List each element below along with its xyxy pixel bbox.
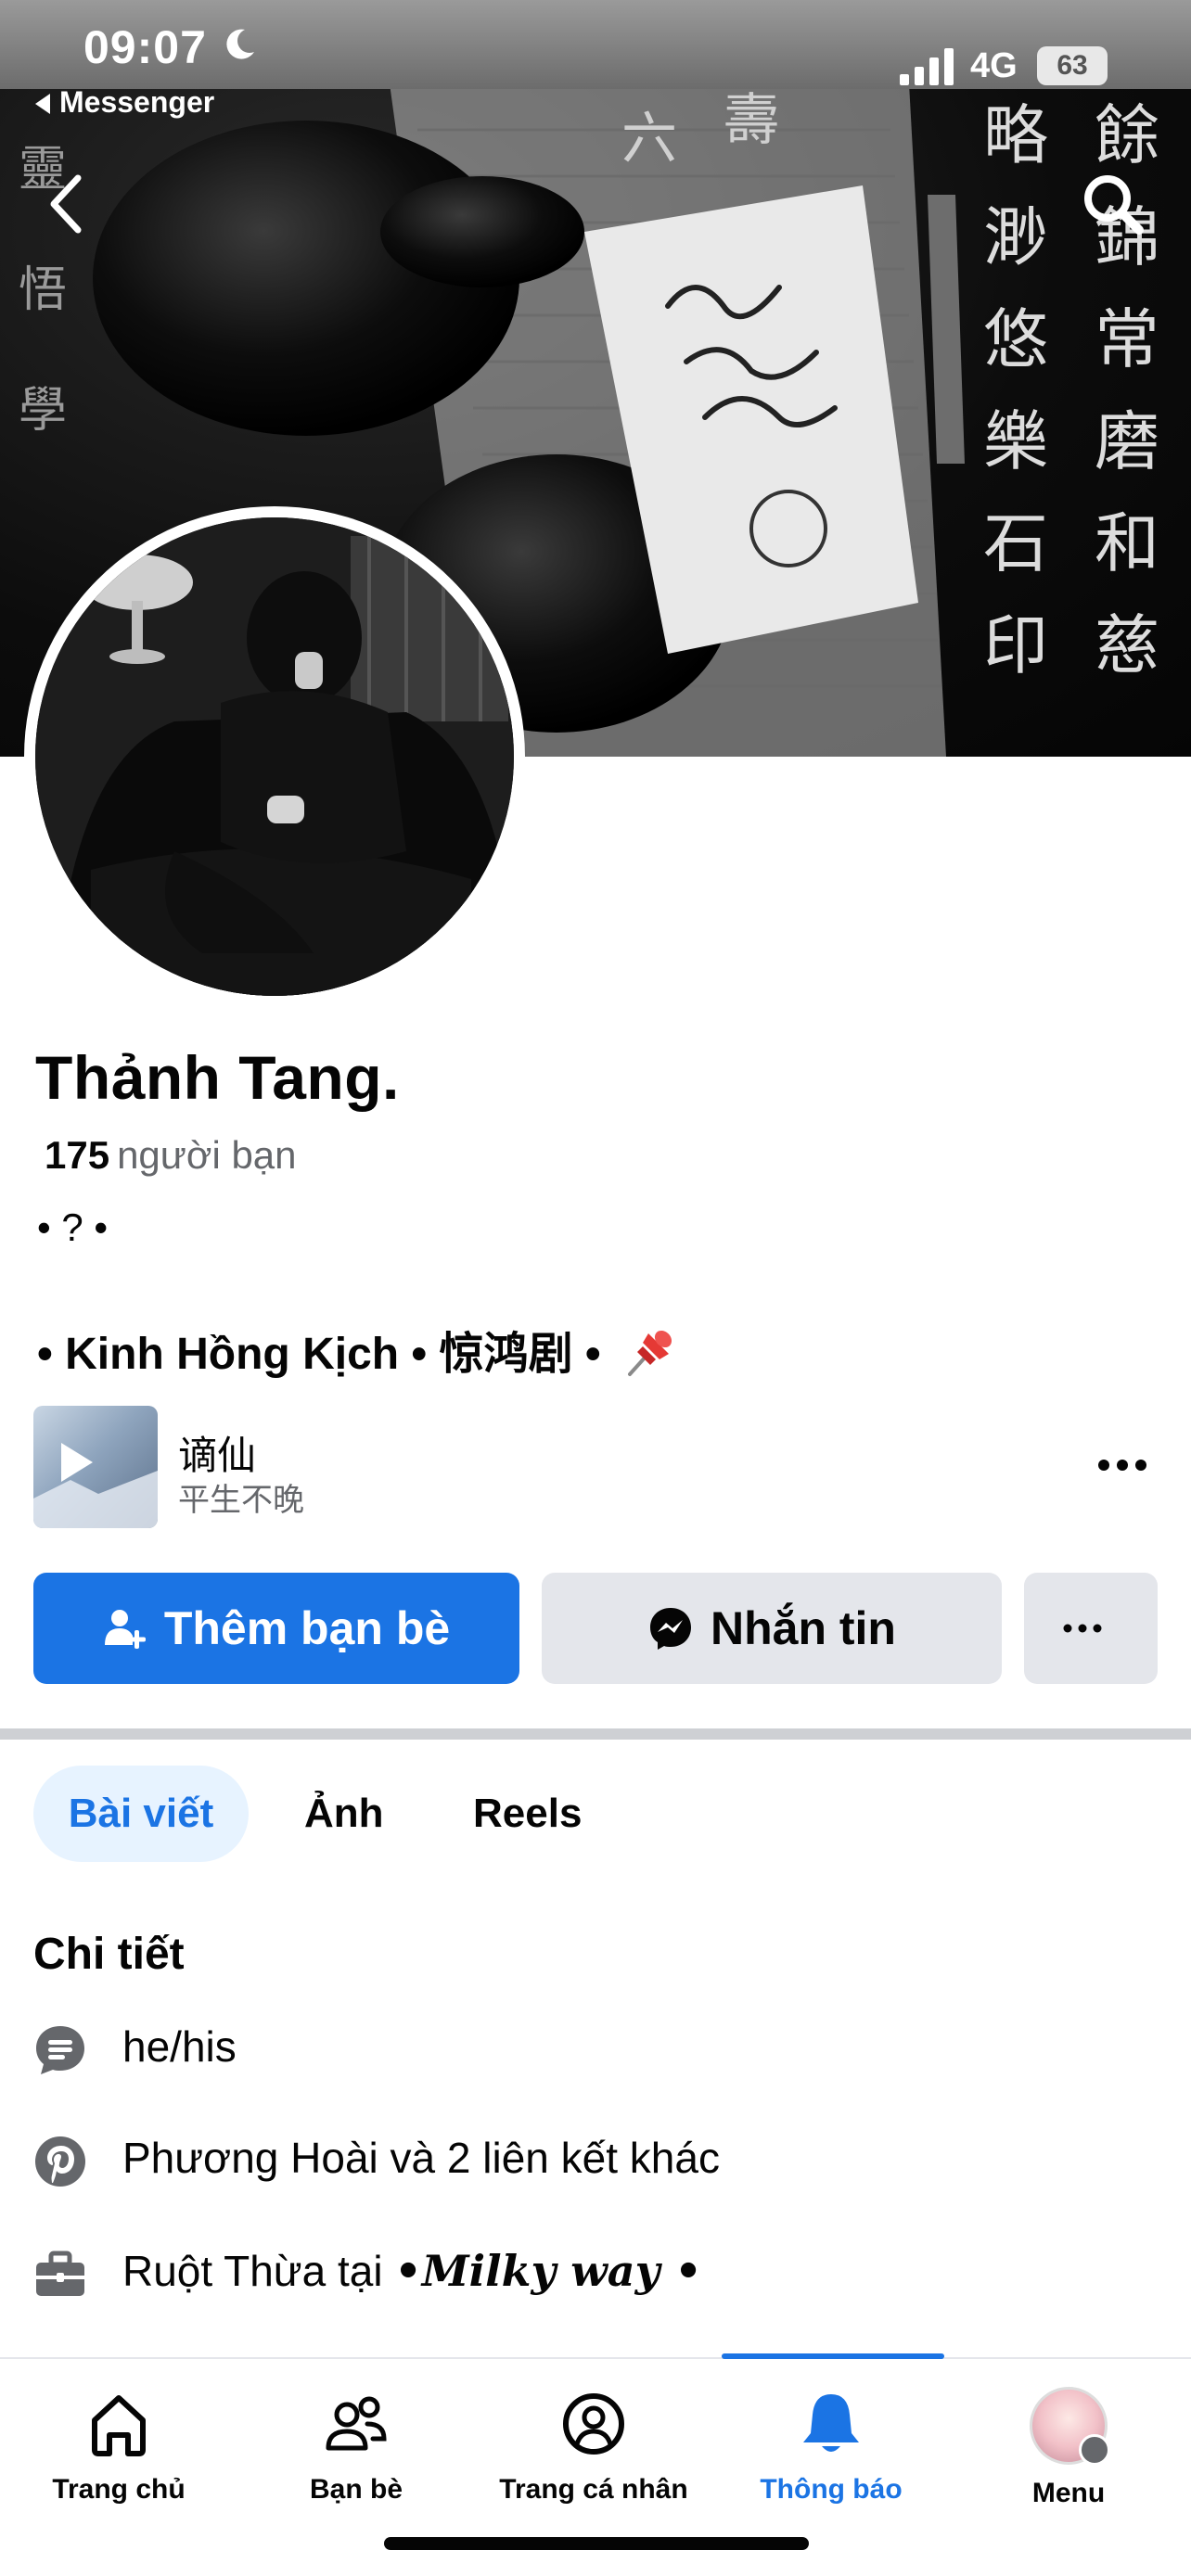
nav-notifications-label: Thông báo bbox=[760, 2474, 903, 2505]
bio-line-1: • ? • bbox=[37, 1205, 109, 1249]
message-button[interactable]: Nhắn tin bbox=[542, 1573, 1002, 1684]
add-friend-icon bbox=[104, 1610, 146, 1649]
play-icon bbox=[61, 1443, 93, 1482]
home-indicator[interactable] bbox=[384, 2537, 809, 2550]
section-divider bbox=[0, 1728, 1191, 1740]
profile-name: Thảnh Tang. bbox=[35, 1043, 400, 1112]
friends-count[interactable]: 175 người bạn bbox=[45, 1133, 297, 1178]
menu-badge-icon bbox=[1079, 2434, 1110, 2466]
svg-text:和: 和 bbox=[1095, 505, 1159, 581]
svg-text:悠: 悠 bbox=[983, 301, 1048, 377]
more-actions-button[interactable] bbox=[1024, 1573, 1158, 1684]
profile-avatar[interactable] bbox=[24, 506, 525, 1007]
music-thumbnail[interactable] bbox=[33, 1406, 158, 1528]
tab-posts[interactable]: Bài viết bbox=[33, 1766, 249, 1862]
detail-pronouns-text: he/his bbox=[122, 2022, 237, 2071]
home-icon bbox=[92, 2395, 146, 2456]
nav-menu-label: Menu bbox=[1031, 2478, 1106, 2508]
active-tab-indicator bbox=[722, 2353, 944, 2359]
battery-icon: 63 bbox=[1037, 46, 1108, 85]
nav-home-label: Trang chủ bbox=[52, 2474, 186, 2505]
svg-text:渺: 渺 bbox=[983, 199, 1048, 275]
nav-notifications[interactable]: Thông báo bbox=[712, 2387, 950, 2506]
tab-photos[interactable]: Ảnh bbox=[304, 1766, 384, 1862]
add-friend-button[interactable]: Thêm bạn bè bbox=[33, 1573, 519, 1684]
details-title: Chi tiết bbox=[33, 1930, 185, 1979]
music-artist: 平生不晚 bbox=[178, 1482, 304, 1519]
svg-text:壽: 壽 bbox=[724, 88, 779, 153]
more-dots-icon[interactable] bbox=[1087, 1437, 1158, 1493]
nav-friends-label: Bạn bè bbox=[309, 2474, 403, 2505]
more-horizontal-icon bbox=[1063, 1624, 1102, 1633]
network-label: 4G bbox=[970, 46, 1018, 85]
back-arrow-icon[interactable] bbox=[41, 167, 93, 241]
friends-count-number: 175 bbox=[45, 1133, 110, 1177]
svg-text:石: 石 bbox=[983, 505, 1048, 581]
back-to-messenger[interactable]: Messenger bbox=[35, 85, 214, 120]
back-triangle-icon bbox=[35, 94, 50, 114]
tab-reels[interactable]: Reels bbox=[473, 1766, 582, 1862]
pushpin-icon bbox=[628, 1330, 672, 1376]
nav-profile-label: Trang cá nhân bbox=[499, 2474, 688, 2505]
status-bar: 09:07 4G 63 bbox=[0, 0, 1191, 89]
svg-text:樂: 樂 bbox=[983, 403, 1048, 479]
svg-text:磨: 磨 bbox=[1095, 403, 1159, 479]
menu-avatar-icon bbox=[1030, 2387, 1110, 2466]
svg-text:餘: 餘 bbox=[1095, 97, 1159, 173]
bio-line-2-text: • Kinh Hồng Kịch • 惊鸿剧 • bbox=[37, 1330, 601, 1379]
svg-text:六: 六 bbox=[621, 107, 677, 172]
detail-links[interactable]: Phương Hoài và 2 liên kết khác bbox=[33, 2123, 1146, 2198]
profile-music[interactable]: 谪仙 平生不晚 bbox=[33, 1406, 1158, 1528]
music-title: 谪仙 bbox=[178, 1433, 257, 1478]
bell-icon bbox=[803, 2394, 859, 2452]
chat-bubble-icon bbox=[36, 2026, 84, 2074]
avatar-photo bbox=[35, 517, 514, 996]
svg-text:略: 略 bbox=[983, 97, 1048, 173]
status-time: 09:07 bbox=[83, 21, 207, 73]
detail-work: Ruột Thừa tại •𝑴𝒊𝒍𝒌𝒚 𝒘𝒂𝒚 • bbox=[33, 2237, 1146, 2311]
messenger-icon bbox=[650, 1608, 691, 1650]
nav-menu[interactable]: Menu bbox=[950, 2387, 1187, 2509]
detail-links-text: Phương Hoài và 2 liên kết khác bbox=[122, 2134, 720, 2182]
friends-count-label: người bạn bbox=[117, 1133, 297, 1177]
bio-line-2: • Kinh Hồng Kịch • 惊鸿剧 • bbox=[37, 1317, 678, 1382]
nav-friends[interactable]: Bạn bè bbox=[237, 2387, 475, 2506]
nav-profile[interactable]: Trang cá nhân bbox=[475, 2387, 712, 2506]
add-friend-label: Thêm bạn bè bbox=[163, 1602, 451, 1654]
message-label: Nhắn tin bbox=[711, 1602, 896, 1654]
briefcase-icon bbox=[36, 2251, 84, 2296]
svg-text:常: 常 bbox=[1095, 301, 1159, 377]
svg-text:慈: 慈 bbox=[1095, 607, 1159, 683]
moon-icon bbox=[226, 29, 254, 59]
svg-text:悟: 悟 bbox=[19, 262, 67, 318]
svg-text:印: 印 bbox=[983, 607, 1048, 683]
svg-text:學: 學 bbox=[19, 383, 67, 439]
detail-work-place[interactable]: •𝑴𝒊𝒍𝒌𝒚 𝒘𝒂𝒚 • bbox=[394, 2246, 701, 2296]
detail-pronouns: he/his bbox=[33, 2012, 1146, 2086]
nav-home[interactable]: Trang chủ bbox=[0, 2387, 237, 2506]
friends-icon bbox=[326, 2396, 387, 2451]
pinterest-icon bbox=[35, 2136, 85, 2187]
search-icon[interactable] bbox=[1080, 171, 1146, 237]
profile-icon bbox=[563, 2393, 624, 2455]
back-app-label: Messenger bbox=[59, 85, 215, 119]
detail-work-text: Ruột Thừa tại •𝑴𝒊𝒍𝒌𝒚 𝒘𝒂𝒚 • bbox=[122, 2246, 702, 2296]
detail-work-prefix: Ruột Thừa tại bbox=[122, 2247, 395, 2295]
signal-icon bbox=[900, 48, 954, 85]
